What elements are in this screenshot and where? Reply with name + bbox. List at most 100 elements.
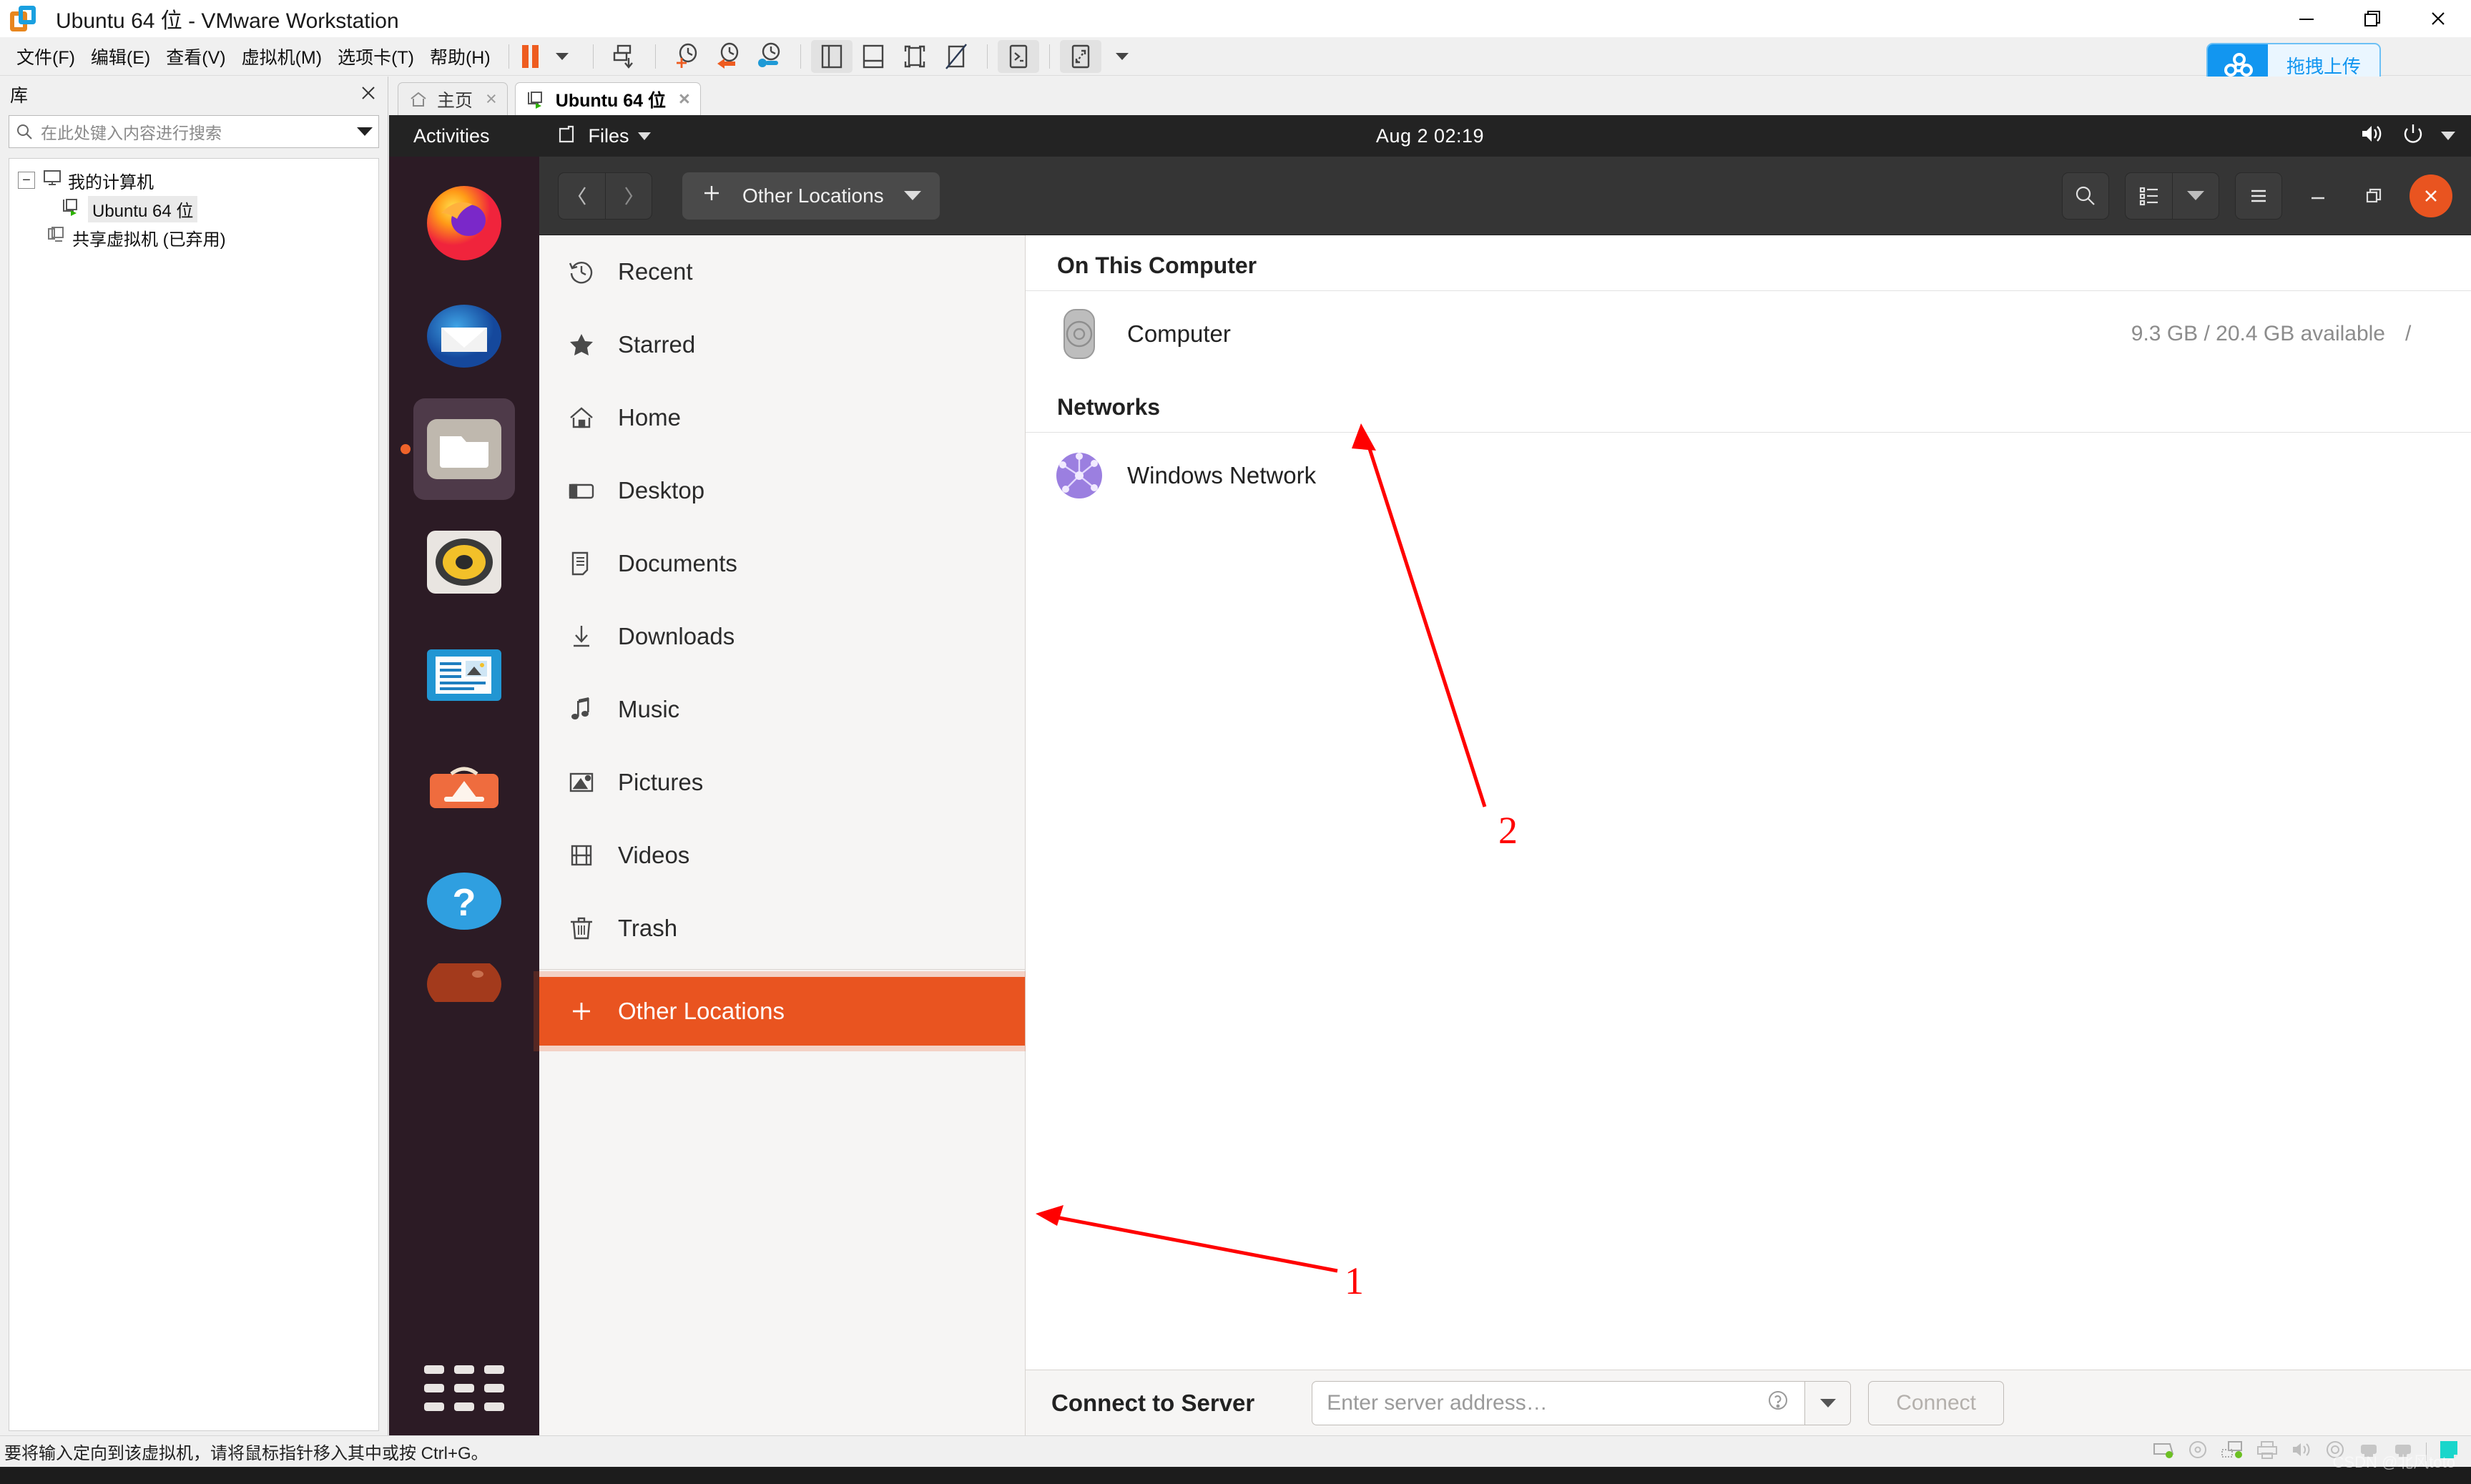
vm-icon (526, 90, 547, 109)
caret-down-icon-2[interactable] (1101, 40, 1143, 73)
caret-down-icon[interactable] (903, 191, 921, 200)
pause-icon[interactable] (519, 44, 541, 68)
dock-item-thunderbird[interactable] (413, 285, 515, 387)
console-icon[interactable] (997, 39, 1039, 73)
menu-help[interactable]: 帮助(H) (423, 44, 497, 69)
tree-item-my-computer[interactable]: − 我的计算机 (9, 166, 378, 195)
sidebar-item-label: Recent (618, 258, 693, 285)
close-button[interactable] (2405, 0, 2471, 37)
tab-home[interactable]: 主页 × (398, 82, 508, 115)
menu-view[interactable]: 查看(V) (159, 44, 232, 69)
tab-close-icon[interactable]: × (679, 88, 690, 110)
home-icon (408, 90, 428, 109)
sidebar-item-documents[interactable]: Documents (539, 527, 1025, 600)
files-minimize-button[interactable] (2298, 176, 2338, 216)
shared-vm-icon (46, 226, 67, 250)
network-icon (1051, 448, 1107, 503)
caret-down-icon[interactable] (357, 127, 373, 136)
sidebar-item-label: Downloads (618, 623, 735, 649)
unity-mode-icon[interactable] (935, 40, 977, 73)
tab-close-icon[interactable]: × (486, 88, 497, 110)
dock-item-files[interactable] (413, 398, 515, 500)
sidebar-item-pictures[interactable]: Pictures (539, 746, 1025, 819)
connect-button[interactable]: Connect (1868, 1380, 2004, 1425)
dock-item-firefox[interactable] (413, 172, 515, 274)
show-applications-icon[interactable] (424, 1365, 504, 1411)
restore-button[interactable] (2339, 0, 2405, 37)
stretch-icon[interactable] (1059, 39, 1101, 73)
sidebar-item-trash[interactable]: Trash (539, 892, 1025, 965)
vmware-statusbar: 要将输入定向到该虚拟机，请将鼠标指针移入其中或按 Ctrl+G。 (0, 1435, 2471, 1467)
back-button[interactable] (558, 172, 605, 220)
gnome-status-area[interactable] (2359, 122, 2455, 150)
tree-item-label: Ubuntu 64 位 (88, 195, 198, 222)
pathbar-other-locations[interactable]: Other Locations (682, 172, 940, 220)
menu-vm[interactable]: 虚拟机(M) (235, 44, 328, 69)
sound-card-icon[interactable] (2290, 1440, 2313, 1463)
network-adapter-icon[interactable] (2220, 1440, 2244, 1463)
snapshot-revert-icon[interactable] (707, 40, 749, 73)
location-row-windows-network[interactable]: Windows Network (1026, 433, 2471, 519)
menu-edit[interactable]: 编辑(E) (84, 44, 157, 69)
caret-down-icon[interactable] (637, 132, 651, 140)
hamburger-menu-icon[interactable] (2235, 172, 2282, 220)
vmware-logo-icon (9, 4, 40, 33)
sidebar-item-other-locations[interactable]: Other Locations (539, 977, 1025, 1046)
server-address-input[interactable]: Enter server address… (1312, 1380, 1806, 1425)
sidebar-item-downloads[interactable]: Downloads (539, 600, 1025, 673)
tree-item-ubuntu-vm[interactable]: Ubuntu 64 位 (9, 195, 378, 223)
sidebar-item-desktop[interactable]: Desktop (539, 454, 1025, 527)
sidebar-item-label: Music (618, 696, 680, 722)
dock-item-trash[interactable] (413, 963, 515, 1002)
window-title: Ubuntu 64 位 - VMware Workstation (56, 9, 399, 33)
tree-item-shared-vms[interactable]: 共享虚拟机 (已弃用) (9, 223, 378, 252)
app-menu-files[interactable]: Files (556, 122, 651, 150)
tab-ubuntu-64[interactable]: Ubuntu 64 位 × (514, 82, 701, 115)
dock-item-rhythmbox[interactable] (413, 511, 515, 613)
library-close-icon[interactable] (359, 84, 378, 106)
dock-item-libreoffice-writer[interactable] (413, 624, 515, 726)
gnome-clock[interactable]: Aug 2 02:19 (1376, 125, 1484, 147)
minimize-button[interactable] (2274, 0, 2339, 37)
snapshot-manager-icon[interactable] (749, 40, 790, 73)
list-view-icon[interactable] (2125, 172, 2172, 220)
menu-tabs[interactable]: 选项卡(T) (331, 44, 421, 69)
tree-expander[interactable]: − (18, 172, 35, 189)
forward-button[interactable] (605, 172, 652, 220)
files-maximize-button[interactable] (2354, 176, 2394, 216)
music-note-icon (565, 695, 598, 724)
server-history-dropdown[interactable] (1805, 1380, 1852, 1425)
snapshot-take-icon[interactable] (666, 40, 707, 73)
menu-file[interactable]: 文件(F) (10, 44, 82, 69)
sidebar-item-recent[interactable]: Recent (539, 235, 1025, 308)
caret-down-icon[interactable] (541, 40, 583, 73)
volume-icon[interactable] (2359, 122, 2385, 150)
sidebar-item-music[interactable]: Music (539, 673, 1025, 746)
dock-item-ubuntu-software[interactable] (413, 737, 515, 839)
files-close-button[interactable] (2409, 174, 2452, 217)
fullscreen-icon[interactable] (894, 40, 935, 73)
location-row-computer[interactable]: Computer 9.3 GB / 20.4 GB available / (1026, 291, 2471, 377)
help-circle-icon[interactable] (1766, 1388, 1790, 1418)
dock-item-help[interactable]: ? (413, 850, 515, 952)
show-library-icon[interactable] (810, 39, 853, 73)
headerbar-right (2062, 172, 2452, 220)
hard-disk-icon[interactable] (2151, 1440, 2176, 1463)
printer-icon[interactable] (2256, 1440, 2279, 1463)
sidebar-item-starred[interactable]: Starred (539, 308, 1025, 381)
sidebar-item-label: Desktop (618, 477, 705, 503)
view-options-caret-down-icon[interactable] (2172, 172, 2219, 220)
activities-button[interactable]: Activities (406, 122, 497, 150)
vm-viewport[interactable]: Activities Files Aug 2 02:19 ? Other Loc… (389, 115, 2471, 1435)
send-ctrl-alt-del-icon[interactable] (604, 40, 645, 73)
caret-down-icon[interactable] (2441, 132, 2455, 140)
search-icon (15, 122, 34, 141)
sidebar-item-videos[interactable]: Videos (539, 819, 1025, 892)
power-icon[interactable] (2401, 122, 2425, 150)
cd-dvd-icon[interactable] (2187, 1440, 2209, 1463)
vm-icon (61, 197, 82, 221)
search-button[interactable] (2062, 172, 2109, 220)
show-thumbnail-bar-icon[interactable] (853, 40, 894, 73)
library-search-input[interactable]: 在此处键入内容进行搜索 (9, 115, 379, 148)
sidebar-item-home[interactable]: Home (539, 381, 1025, 454)
